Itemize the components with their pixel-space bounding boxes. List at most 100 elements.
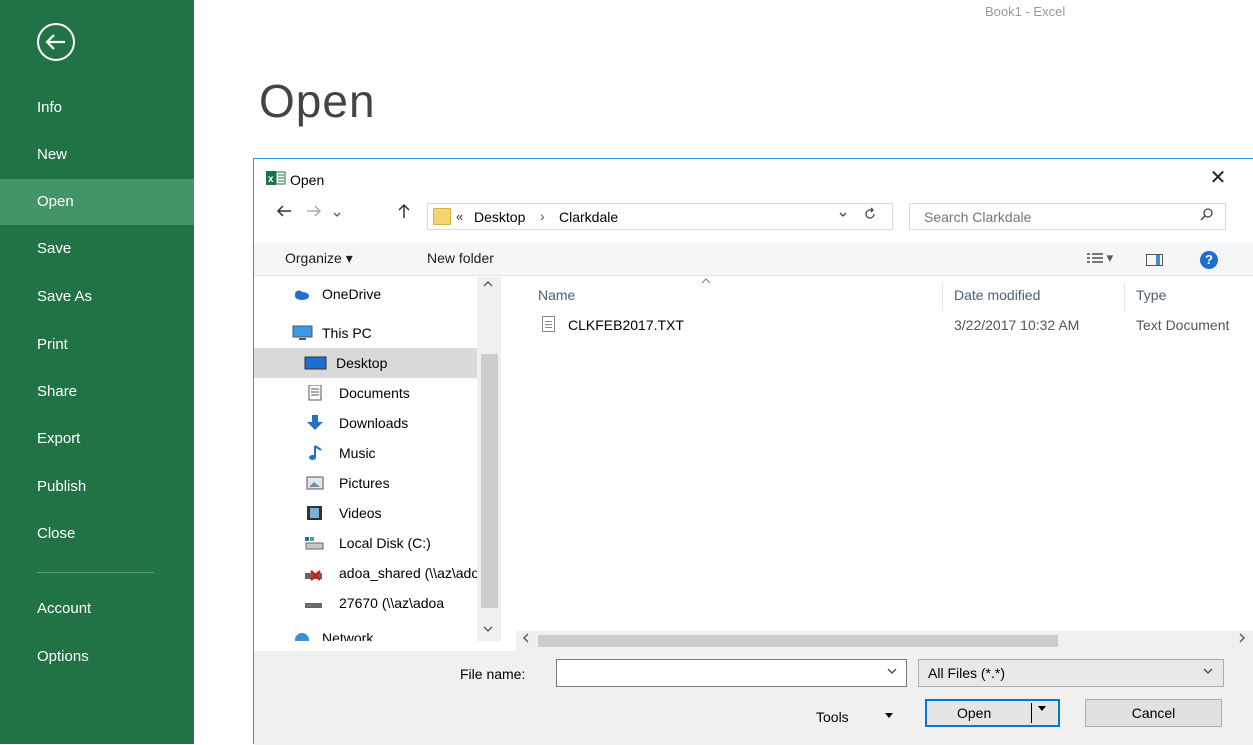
column-header-name[interactable]: Name [538,287,575,303]
file-list: Name Date modified Type CLKFEB2017.TXT 3… [516,277,1253,641]
nav-close[interactable]: Close [0,511,194,557]
back-arrow-icon [276,205,291,217]
computer-icon [292,325,313,340]
tree-item-videos[interactable]: Videos [254,498,477,528]
horizontal-scroll-thumb[interactable] [538,635,1058,647]
file-list-horizontal-scrollbar[interactable] [516,631,1253,651]
refresh-icon [865,207,875,219]
tree-item-adoa-shared[interactable]: adoa_shared (\\az\adoa [254,558,487,588]
tree-item-music[interactable]: Music [254,438,477,468]
dialog-footer: File name: All Files (*.*) Tools Open Ca… [254,651,1253,745]
scroll-left-icon[interactable] [522,632,530,647]
tools-button[interactable]: Tools [816,709,849,725]
dialog-title: Open [290,172,325,188]
backstage-sidebar: Info New Open Save Save As Print Share E… [0,0,194,744]
nav-info[interactable]: Info [0,85,194,131]
address-dropdown[interactable] [838,209,848,223]
nav-share[interactable]: Share [0,369,194,415]
tree-label: OneDrive [322,286,382,302]
file-name-input[interactable] [558,661,878,685]
nav-options[interactable]: Options [0,634,194,680]
column-divider[interactable] [942,283,943,311]
tree-item-pictures[interactable]: Pictures [254,468,477,498]
file-name: CLKFEB2017.TXT [568,317,684,333]
back-nav-button[interactable] [276,203,292,223]
recent-locations-button[interactable] [332,205,342,225]
file-type-select[interactable]: All Files (*.*) [918,659,1224,687]
tree-label: This PC [322,325,372,341]
navigation-pane: OneDrive This PC Desktop Documents Downl… [254,277,501,641]
tree-item-onedrive[interactable]: OneDrive [254,279,477,309]
column-header-type[interactable]: Type [1136,287,1166,303]
tree-item-27670[interactable]: 27670 (\\az\adoa [254,588,477,618]
videos-icon [307,506,322,520]
nav-export[interactable]: Export [0,416,194,462]
search-input[interactable] [911,205,1191,228]
nav-publish[interactable]: Publish [0,464,194,510]
tree-item-documents[interactable]: Documents [254,378,477,408]
address-segment-desktop[interactable]: Desktop [474,209,525,225]
address-segment-clarkdale[interactable]: Clarkdale [559,209,618,225]
up-arrow-icon [398,203,410,218]
pictures-icon [306,476,324,490]
address-separator[interactable]: › [540,208,545,224]
desktop-icon [304,356,327,370]
new-folder-button[interactable]: New folder [427,250,494,266]
tree-label: Network [322,630,374,641]
folder-icon [433,208,451,225]
cancel-button[interactable]: Cancel [1085,699,1222,727]
download-icon [307,415,323,430]
nav-open[interactable]: Open [0,179,194,225]
open-dialog: x Open ✕ « Desktop › Clarkdale Search Cl… [253,158,1253,745]
nav-save-as[interactable]: Save As [0,274,194,320]
open-button-label: Open [957,705,992,721]
tree-scrollbar[interactable] [477,277,501,641]
nav-new[interactable]: New [0,132,194,178]
open-button[interactable]: Open [925,699,1060,727]
tree-scroll-thumb[interactable] [481,354,498,608]
scroll-down-icon[interactable] [483,625,493,636]
network-icon [295,633,309,641]
file-name-label: File name: [460,666,526,682]
file-name-dropdown[interactable] [887,666,897,679]
chevron-down-icon [839,212,847,217]
tree-item-downloads[interactable]: Downloads [254,408,477,438]
help-button[interactable]: ? [1200,251,1218,269]
nav-save[interactable]: Save [0,226,194,272]
nav-divider [37,572,154,573]
refresh-button[interactable] [863,207,877,225]
tree-label: Downloads [339,415,409,431]
search-box[interactable] [909,203,1226,230]
scroll-right-icon[interactable] [1238,632,1246,647]
open-options-dropdown[interactable] [1037,704,1047,716]
address-bar[interactable]: « Desktop › Clarkdale [427,203,893,230]
forward-nav-button[interactable] [306,203,322,223]
tree-label: Videos [339,505,382,521]
tools-dropdown-caret[interactable] [884,711,894,723]
search-icon[interactable] [1200,207,1214,225]
nav-account[interactable]: Account [0,586,194,632]
tree-item-local-disk[interactable]: Local Disk (C:) [254,528,477,558]
tree-item-desktop[interactable]: Desktop [254,348,477,378]
column-header-date[interactable]: Date modified [954,287,1040,303]
nav-print[interactable]: Print [0,322,194,368]
tree-label: Desktop [336,355,388,371]
file-type-dropdown[interactable] [1203,666,1213,679]
file-row[interactable]: CLKFEB2017.TXT 3/22/2017 10:32 AM Text D… [516,313,1240,337]
file-name-combo[interactable] [556,659,907,687]
organize-button[interactable]: Organize ▾ [285,250,353,267]
tree-item-network[interactable]: Network [254,623,477,641]
tree-item-this-pc[interactable]: This PC [254,318,477,348]
dialog-close-button[interactable]: ✕ [1204,167,1232,191]
address-overflow[interactable]: « [456,209,463,224]
excel-icon: x [266,171,286,185]
scroll-up-icon[interactable] [483,280,493,291]
preview-pane-button[interactable] [1146,254,1163,266]
chevron-down-icon [887,668,897,674]
change-view-button[interactable]: ▾ [1087,250,1113,266]
up-nav-button[interactable] [397,203,411,224]
back-button[interactable] [37,23,75,61]
column-divider[interactable] [1124,283,1125,311]
cloud-icon [295,290,309,300]
tree-label: 27670 (\\az\adoa [339,595,445,611]
